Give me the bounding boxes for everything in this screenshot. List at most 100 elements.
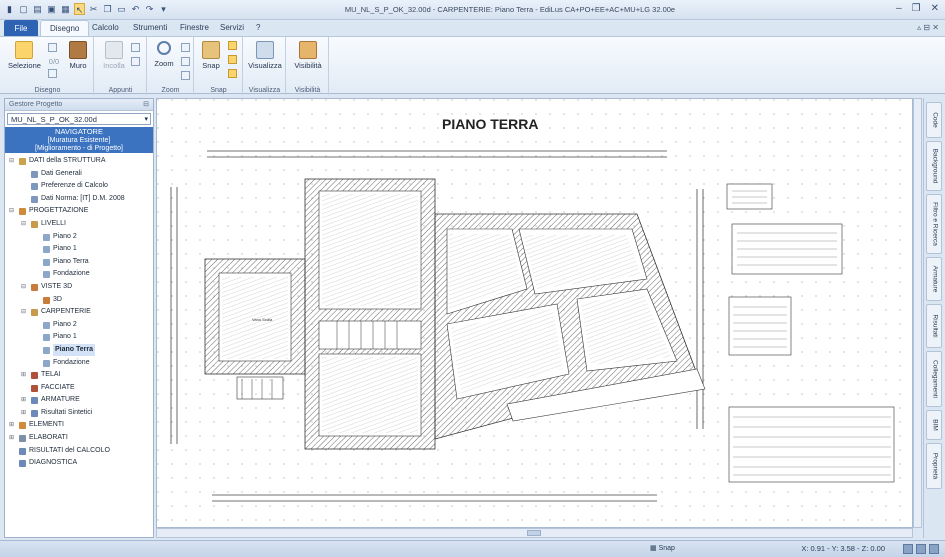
tree-item[interactable]: RISULTATI del CALCOLO [5, 445, 153, 458]
tree-expander-icon[interactable]: ⊞ [9, 419, 14, 431]
tree-node-icon [19, 208, 26, 216]
tree-item[interactable]: 3D [5, 294, 153, 307]
ribbon-options-icon[interactable]: ▵ ⊟ ✕ [917, 23, 939, 32]
tree-item[interactable]: Piano Terra [5, 256, 153, 269]
tree-item[interactable]: ⊟ DATI della STRUTTURA [5, 155, 153, 168]
tree-node-icon [43, 271, 50, 279]
tree-item[interactable]: DIAGNOSTICA [5, 457, 153, 470]
cut-small-icon[interactable] [131, 43, 140, 52]
status-snap[interactable]: ▦ Snap [650, 544, 675, 552]
title-bar: ▮ ▢ ▤ ▣ ▦ ↖ ✂ ❐ ▭ ↶ ↷ ▾ MU_NL_S_P_OK_32.… [0, 0, 945, 20]
tree-item[interactable]: Piano 2 [5, 319, 153, 332]
status-icon-3[interactable] [929, 544, 939, 554]
open-icon[interactable]: ▤ [32, 3, 43, 15]
snap-icon [202, 41, 220, 59]
tree-expander-icon[interactable]: ⊟ [21, 281, 26, 293]
status-icon-1[interactable] [903, 544, 913, 554]
tree-item[interactable]: ⊞ ELABORATI [5, 432, 153, 445]
tree-expander-icon[interactable]: ⊟ [21, 306, 26, 318]
tree-expander-icon[interactable]: ⊞ [21, 369, 26, 381]
incolla-button[interactable]: Incolla [101, 41, 127, 70]
visualizza-button[interactable]: Visualizza [246, 41, 284, 70]
side-tab-risultati[interactable]: Risultati [926, 304, 942, 348]
zoom-in-icon[interactable] [181, 43, 190, 52]
snap-button[interactable]: Snap [198, 41, 224, 70]
tab-servizi[interactable]: Servizi [220, 23, 244, 32]
app-logo-icon[interactable]: ▮ [4, 3, 15, 15]
navigator-box[interactable]: NAVIGATORE [Muratura Esistente] [Miglior… [5, 127, 153, 153]
zoom-button[interactable]: Zoom [151, 41, 177, 68]
tab-strumenti[interactable]: Strumenti [133, 23, 167, 32]
tree-item[interactable]: Fondazione [5, 357, 153, 370]
tree-expander-icon[interactable]: ⊞ [9, 432, 14, 444]
new-icon[interactable]: ▢ [18, 3, 29, 15]
tree-item[interactable]: ⊟ VISTE 3D [5, 281, 153, 294]
tree-item[interactable]: Dati Generali [5, 168, 153, 181]
group-zoom: Zoom Zoom [148, 37, 194, 95]
tab-file[interactable]: File [4, 20, 38, 37]
vertical-scrollbar[interactable] [913, 98, 922, 528]
tab-help[interactable]: ? [256, 23, 260, 32]
tree-expander-icon[interactable]: ⊟ [9, 155, 14, 167]
side-tab-armature[interactable]: Armature [926, 257, 942, 301]
tree-item[interactable]: ⊟ PROGETTAZIONE [5, 205, 153, 218]
tab-disegno[interactable]: Disegno [40, 20, 90, 37]
tree-item[interactable]: Dati Norma: [IT] D.M. 2008 [5, 193, 153, 206]
paste-icon[interactable]: ▭ [116, 3, 127, 15]
snap-line-icon[interactable] [228, 69, 237, 78]
tree-item[interactable]: ⊞ Risultati Sintetici [5, 407, 153, 420]
customize-icon[interactable]: ▾ [158, 3, 169, 15]
tab-finestre[interactable]: Finestre [180, 23, 209, 32]
pin-icon[interactable]: ⊟ [143, 99, 149, 111]
undo-small-icon[interactable] [48, 43, 57, 52]
tree-expander-icon[interactable]: ⊞ [21, 407, 26, 419]
copy-small-icon[interactable] [131, 57, 140, 66]
side-tab-filtro[interactable]: Filtro e Ricerca [926, 194, 942, 254]
undo-icon[interactable]: ↶ [130, 3, 141, 15]
tab-calcolo[interactable]: Calcolo [92, 23, 119, 32]
copy-icon[interactable]: ❐ [102, 3, 113, 15]
tree-node-icon [31, 309, 38, 317]
tree-item[interactable]: ⊞ ELEMENTI [5, 419, 153, 432]
save-icon[interactable]: ▣ [46, 3, 57, 15]
select-tool-icon[interactable]: ↖ [74, 3, 85, 15]
cut-icon[interactable]: ✂ [88, 3, 99, 15]
tree-item[interactable]: ⊞ ARMATURE [5, 394, 153, 407]
tree-item[interactable]: Piano Terra [5, 343, 153, 357]
project-combo[interactable]: MU_NL_S_P_OK_32.00d ▾ [7, 113, 151, 125]
tree-item[interactable]: Piano 1 [5, 331, 153, 344]
side-tab-background[interactable]: Background [926, 141, 942, 191]
horizontal-scrollbar[interactable] [156, 528, 913, 538]
tree-item[interactable]: ⊟ CARPENTERIE [5, 306, 153, 319]
zoom-out-icon[interactable] [181, 57, 190, 66]
side-tab-proprieta[interactable]: Proprietà [926, 443, 942, 489]
redo-icon[interactable]: ↷ [144, 3, 155, 15]
close-icon[interactable]: ✕ [931, 3, 939, 15]
snap-grid-icon[interactable] [228, 41, 237, 50]
tree-item[interactable]: Preferenze di Calcolo [5, 180, 153, 193]
tree-expander-icon[interactable]: ⊟ [21, 218, 26, 230]
tree-item[interactable]: Piano 2 [5, 231, 153, 244]
tree-expander-icon[interactable]: ⊞ [21, 394, 26, 406]
tree-item[interactable]: Piano 1 [5, 243, 153, 256]
side-tab-code[interactable]: Code [926, 102, 942, 138]
drawing-canvas[interactable]: PIANO TERRA Vano Scala [156, 98, 913, 528]
muro-button[interactable]: Muro [64, 41, 92, 70]
redo-small-icon[interactable] [48, 69, 57, 78]
visibilita-button[interactable]: Visibilità [289, 41, 327, 70]
tree-item[interactable]: ⊞ TELAI [5, 369, 153, 382]
minimize-icon[interactable]: – [896, 3, 902, 15]
status-icon-2[interactable] [916, 544, 926, 554]
horizontal-scroll-thumb[interactable] [527, 530, 541, 536]
zoom-extents-icon[interactable] [181, 71, 190, 80]
tree-item[interactable]: FACCIATE [5, 382, 153, 395]
snap-point-icon[interactable] [228, 55, 237, 64]
tree-item[interactable]: ⊟ LIVELLI [5, 218, 153, 231]
restore-icon[interactable]: ❐ [912, 3, 921, 15]
tree-item[interactable]: Fondazione [5, 268, 153, 281]
tree-expander-icon[interactable]: ⊟ [9, 205, 14, 217]
tree-item-label: Dati Norma: [IT] D.M. 2008 [41, 194, 125, 202]
tree-node-icon [31, 283, 38, 291]
selezione-button[interactable]: Selezione [8, 41, 41, 70]
print-icon[interactable]: ▦ [60, 3, 71, 15]
